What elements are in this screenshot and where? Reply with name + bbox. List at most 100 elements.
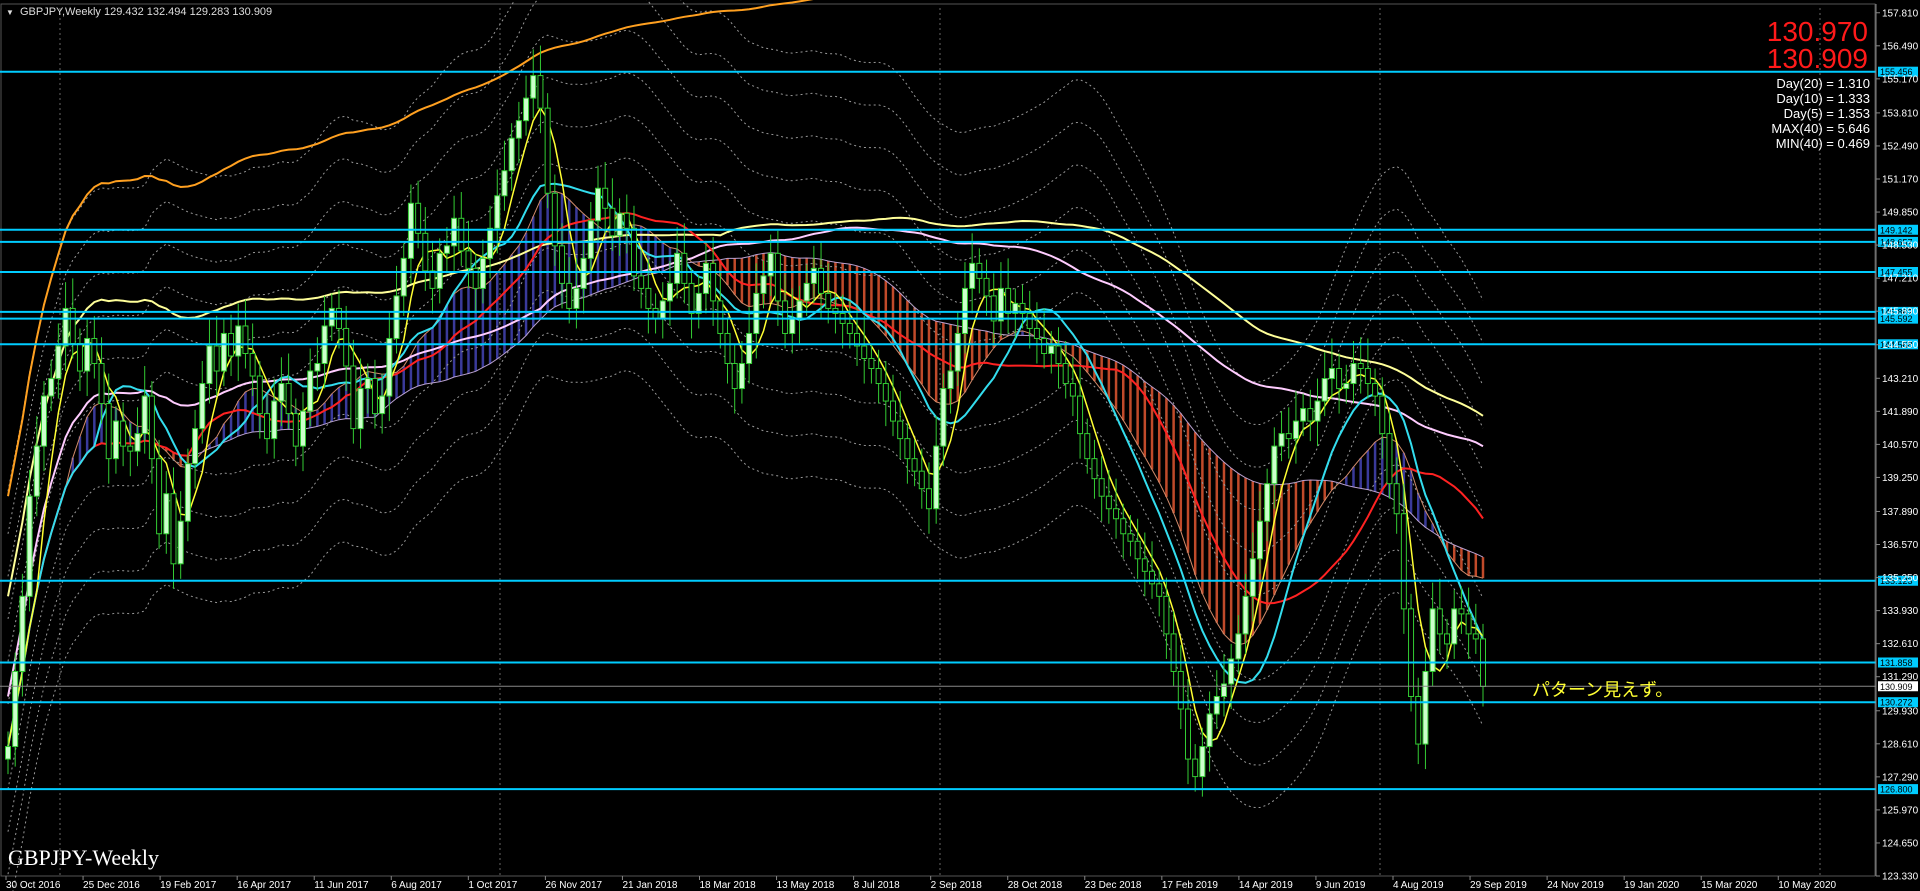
candle-body [1206, 713, 1213, 748]
candle-body [213, 345, 220, 372]
candle-body [969, 262, 976, 289]
y-tick-label: 131.290 [1882, 672, 1919, 683]
y-tick-label: 141.890 [1882, 407, 1919, 418]
candle-body [357, 388, 364, 430]
candle-body [595, 187, 601, 222]
y-tick-label: 144.550 [1882, 340, 1919, 351]
candle-body [573, 287, 580, 309]
y-tick-label: 140.570 [1882, 440, 1919, 451]
candle-body [940, 388, 947, 447]
candle-body [393, 295, 400, 339]
candle-body [566, 282, 573, 309]
candle-body [868, 358, 875, 370]
candle-body [1091, 458, 1098, 480]
candle-body [609, 207, 616, 237]
candle-body [371, 378, 378, 415]
candle-body [990, 295, 997, 322]
candle-body [580, 257, 587, 289]
candle-body [379, 395, 386, 415]
symbol-dropdown-icon[interactable]: ▼ [6, 8, 14, 17]
candle-body [1256, 520, 1263, 560]
candle-body [1199, 746, 1206, 778]
candle-body [19, 595, 26, 672]
x-tick-label: 18 Mar 2018 [699, 880, 756, 891]
x-tick-label: 10 May 2020 [1778, 880, 1836, 891]
candle-body [501, 170, 508, 197]
candle-body [206, 345, 213, 385]
candle-body [724, 332, 731, 365]
candle-body [1451, 608, 1458, 645]
x-tick-label: 21 Jan 2018 [622, 880, 677, 891]
price-level-label: 126.800 [1880, 785, 1913, 795]
candle-body [285, 383, 292, 415]
candle-body [882, 383, 889, 402]
envelope-band [7, 0, 1484, 534]
candle-body [1465, 613, 1472, 635]
x-tick-label: 16 Apr 2017 [237, 880, 291, 891]
envelope-band [7, 114, 1484, 662]
candle-body [292, 413, 299, 447]
candle-body [76, 342, 83, 372]
price-level-label: 149.142 [1880, 225, 1913, 235]
candle-body [148, 395, 155, 460]
candle-body [515, 120, 522, 139]
y-axis: 157.810 156.490 155.170 153.810 152.490 151.1… [1875, 4, 1919, 883]
x-tick-label: 29 Sep 2019 [1470, 880, 1527, 891]
candle-body [861, 345, 868, 360]
y-tick-label: 128.610 [1882, 739, 1919, 750]
x-tick-label: 25 Dec 2016 [83, 880, 140, 891]
ma-fast-line [7, 106, 1484, 747]
candle-body [242, 325, 249, 354]
candle-body [523, 97, 530, 122]
candle-body [1048, 345, 1055, 354]
candle-body [1249, 558, 1256, 597]
candle-body [62, 307, 69, 347]
candle-body [40, 395, 47, 447]
candle-body [271, 400, 278, 440]
price-chart[interactable]: 155.456149.142148.657147.455145.862145.5… [0, 0, 1920, 891]
candle-body [134, 433, 141, 452]
candle-body [623, 212, 630, 229]
x-tick-label: 8 Jul 2018 [854, 880, 901, 891]
candle-body [1328, 368, 1335, 380]
candle-body [947, 370, 954, 390]
candle-body [1213, 695, 1220, 715]
candle-body [458, 217, 465, 252]
candle-body [760, 275, 767, 294]
candle-body [184, 463, 191, 522]
candle-body [810, 267, 817, 284]
candle-body [1386, 433, 1393, 485]
y-tick-label: 127.290 [1882, 772, 1919, 783]
x-tick-label: 24 Nov 2019 [1547, 880, 1604, 891]
y-tick-label: 151.170 [1882, 174, 1919, 185]
candle-body [350, 365, 357, 430]
candle-body [422, 232, 429, 272]
x-tick-label: 2 Sep 2018 [931, 880, 983, 891]
candle-body [1242, 595, 1249, 635]
candle-body [666, 282, 673, 302]
candle-body [1357, 363, 1364, 370]
envelope-band [7, 29, 1484, 577]
candle-body [1379, 395, 1386, 435]
y-tick-label: 147.210 [1882, 274, 1919, 285]
candle-body [659, 300, 666, 319]
candle-body [1149, 570, 1156, 585]
candle-body [1113, 508, 1120, 520]
x-tick-label: 19 Jan 2020 [1624, 880, 1679, 891]
candle-body [983, 277, 990, 297]
candle-body [1350, 363, 1357, 385]
candle-body [1278, 433, 1285, 447]
candle-body [530, 75, 537, 99]
x-tick-label: 28 Oct 2018 [1008, 880, 1063, 891]
candle-body [1292, 420, 1299, 440]
candle-body [443, 245, 450, 254]
stat-day10: Day(10) = 1.333 [1776, 91, 1870, 106]
candle-body [112, 420, 119, 460]
candle-body [933, 445, 940, 510]
candle-body [1156, 583, 1163, 597]
cloud-span-b [7, 252, 1484, 747]
candle-body [1127, 533, 1134, 542]
candle-body [652, 307, 659, 319]
candle-body [33, 445, 40, 497]
candle-body [1141, 558, 1148, 572]
